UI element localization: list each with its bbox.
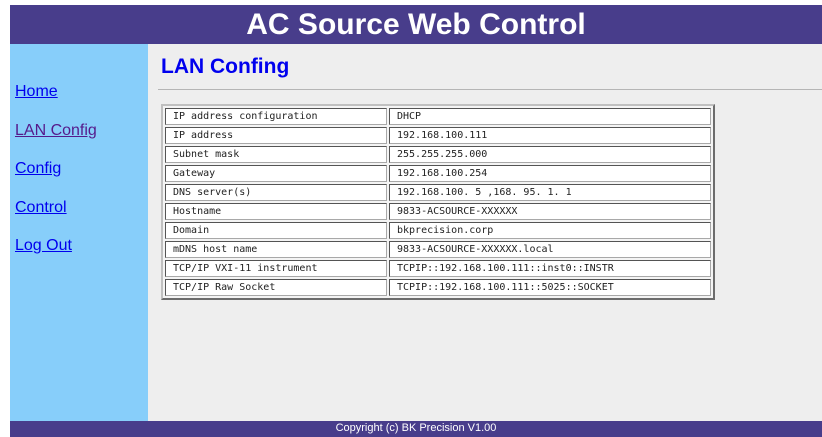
setting-value: 255.255.255.000: [389, 146, 711, 163]
sidebar-item-control[interactable]: Control: [15, 198, 67, 218]
table-row: mDNS host name 9833-ACSOURCE-XXXXXX.loca…: [165, 241, 711, 258]
app-header: AC Source Web Control: [10, 5, 822, 44]
setting-label: IP address configuration: [165, 108, 387, 125]
main-content: LAN Confing IP address configuration DHC…: [148, 44, 822, 421]
setting-value: 9833-ACSOURCE-XXXXXX: [389, 203, 711, 220]
setting-label: TCP/IP VXI-11 instrument: [165, 260, 387, 277]
setting-value: TCPIP::192.168.100.111::inst0::INSTR: [389, 260, 711, 277]
sidebar-item-home[interactable]: Home: [15, 82, 58, 102]
setting-label: Domain: [165, 222, 387, 239]
table-row: TCP/IP Raw Socket TCPIP::192.168.100.111…: [165, 279, 711, 296]
setting-label: DNS server(s): [165, 184, 387, 201]
setting-label: Hostname: [165, 203, 387, 220]
copyright-text: Copyright (c) BK Precision V1.00: [335, 422, 497, 434]
setting-label: mDNS host name: [165, 241, 387, 258]
setting-value: TCPIP::192.168.100.111::5025::SOCKET: [389, 279, 711, 296]
setting-value: DHCP: [389, 108, 711, 125]
setting-value: 192.168.100. 5 ,168. 95. 1. 1: [389, 184, 711, 201]
setting-value: bkprecision.corp: [389, 222, 711, 239]
sidebar-item-lan-config[interactable]: LAN Config: [15, 121, 97, 141]
setting-label: IP address: [165, 127, 387, 144]
setting-label: TCP/IP Raw Socket: [165, 279, 387, 296]
table-row: Domain bkprecision.corp: [165, 222, 711, 239]
title-divider: [158, 89, 822, 90]
page-title: LAN Confing: [161, 55, 290, 78]
sidebar-item-log-out[interactable]: Log Out: [15, 236, 72, 256]
sidebar-item-config[interactable]: Config: [15, 159, 61, 179]
table-row: Gateway 192.168.100.254: [165, 165, 711, 182]
setting-label: Gateway: [165, 165, 387, 182]
table-row: Subnet mask 255.255.255.000: [165, 146, 711, 163]
table-row: DNS server(s) 192.168.100. 5 ,168. 95. 1…: [165, 184, 711, 201]
sidebar-nav: Home LAN Config Config Control Log Out: [10, 44, 148, 421]
table-row: TCP/IP VXI-11 instrument TCPIP::192.168.…: [165, 260, 711, 277]
setting-value: 192.168.100.254: [389, 165, 711, 182]
table-row: IP address 192.168.100.111: [165, 127, 711, 144]
table-row: Hostname 9833-ACSOURCE-XXXXXX: [165, 203, 711, 220]
table-row: IP address configuration DHCP: [165, 108, 711, 125]
setting-value: 192.168.100.111: [389, 127, 711, 144]
app-title: AC Source Web Control: [246, 8, 586, 41]
footer: Copyright (c) BK Precision V1.00: [10, 421, 822, 437]
setting-label: Subnet mask: [165, 146, 387, 163]
lan-config-table: IP address configuration DHCP IP address…: [161, 104, 715, 300]
setting-value: 9833-ACSOURCE-XXXXXX.local: [389, 241, 711, 258]
